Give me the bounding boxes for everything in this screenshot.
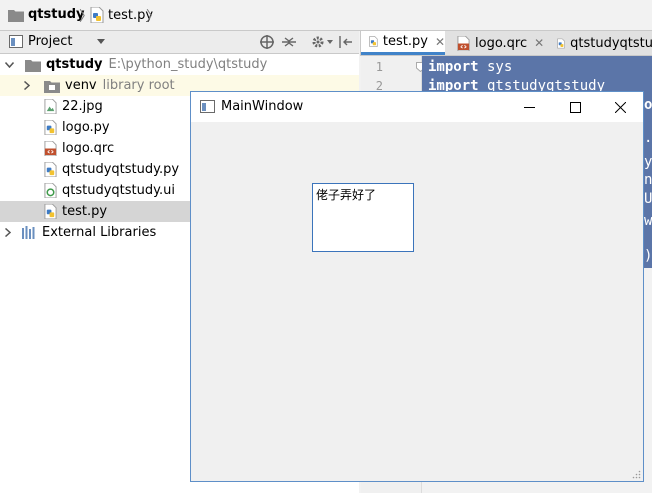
tree-item-label: logo.qrc	[62, 141, 115, 156]
chevron-right-icon[interactable]	[5, 228, 11, 237]
project-view-icon	[9, 35, 23, 48]
folder-icon	[25, 59, 41, 72]
breadcrumb-separator: 〉	[146, 9, 160, 25]
breadcrumb-label: qtstudy	[28, 7, 85, 22]
tree-item-label: 22.jpg	[62, 99, 103, 114]
code-fragment: U	[644, 191, 652, 207]
code-keyword: import	[428, 59, 479, 75]
python-file-icon	[44, 204, 57, 219]
hide-panel-icon[interactable]	[339, 35, 353, 49]
ui-file-icon	[44, 183, 57, 198]
close-icon[interactable]: ✕	[435, 35, 445, 49]
tab-label: test.py	[382, 34, 428, 49]
editor-tab-bar: test.py ✕ logo.qrc ✕ qtstudyqtstu	[360, 31, 652, 56]
breadcrumb-item-project[interactable]: qtstudy	[8, 7, 85, 22]
window-label: 佬子弄好了	[312, 183, 414, 252]
code-fragment: o	[644, 97, 652, 113]
close-icon	[614, 101, 626, 113]
resize-grip-icon[interactable]	[632, 470, 641, 479]
tab-qtstudyqtstudy[interactable]: qtstudyqtstu	[549, 31, 652, 55]
breadcrumb-item-file[interactable]: test.py	[90, 7, 153, 23]
chevron-right-icon[interactable]	[24, 81, 30, 90]
code-fragment: n	[644, 172, 652, 188]
tree-item-hint: library root	[102, 78, 175, 93]
code-line: import sys	[428, 59, 512, 75]
gear-icon[interactable]	[311, 35, 325, 49]
python-file-icon	[369, 36, 378, 47]
maximize-icon	[569, 101, 581, 113]
tree-item-path: E:\python_study\qtstudy	[108, 57, 268, 72]
minimize-icon	[523, 106, 535, 108]
python-file-icon	[44, 120, 57, 135]
python-file-icon	[557, 38, 565, 48]
image-file-icon	[44, 99, 57, 114]
target-icon[interactable]	[260, 35, 274, 49]
qrc-file-icon	[44, 141, 57, 156]
code-text: sys	[478, 59, 513, 75]
tree-item-qtstudy[interactable]: qtstudy E:\python_study\qtstudy	[0, 54, 359, 75]
code-fragment: w	[644, 213, 652, 229]
close-icon[interactable]: ✕	[534, 36, 544, 50]
tree-item-label: qtstudyqtstudy.ui	[62, 183, 175, 198]
code-fragment: )	[644, 248, 652, 264]
chevron-down-icon[interactable]	[97, 39, 105, 44]
qrc-file-icon	[457, 35, 470, 51]
window-titlebar[interactable]: MainWindow	[191, 92, 643, 122]
folder-icon	[44, 80, 60, 93]
maximize-button[interactable]	[552, 92, 598, 122]
tree-item-label: qtstudy	[46, 57, 103, 72]
tree-item-label: logo.py	[62, 120, 110, 135]
close-button[interactable]	[597, 92, 643, 122]
tree-item-label: test.py	[62, 204, 108, 219]
tab-logo-qrc[interactable]: logo.qrc ✕	[449, 31, 547, 55]
code-fragment: y	[644, 154, 652, 170]
python-file-icon	[44, 162, 57, 177]
qt-main-window: MainWindow 佬子弄好了	[190, 91, 644, 482]
chevron-down-icon[interactable]	[327, 40, 333, 44]
tab-label: qtstudyqtstu	[570, 35, 652, 51]
code-fragment: .	[644, 130, 652, 146]
window-app-icon	[200, 100, 215, 113]
libraries-icon	[22, 226, 35, 239]
python-file-icon	[90, 7, 104, 23]
window-title: MainWindow	[221, 99, 304, 114]
tab-label: logo.qrc	[475, 35, 528, 51]
chevron-down-icon[interactable]	[5, 61, 14, 68]
project-panel-header: Project	[0, 31, 359, 54]
folder-icon	[8, 9, 24, 22]
minimize-button[interactable]	[506, 92, 552, 122]
collapse-all-icon[interactable]	[282, 35, 296, 49]
breadcrumb: qtstudy 〉 test.py 〉	[0, 0, 652, 31]
line-number: 1	[375, 60, 383, 74]
tree-item-label: venv	[65, 78, 97, 93]
tree-item-label: qtstudyqtstudy.py	[62, 162, 180, 177]
tree-item-label: External Libraries	[42, 225, 157, 240]
project-panel-title[interactable]: Project	[28, 34, 72, 49]
tab-test-py[interactable]: test.py ✕	[361, 31, 445, 55]
